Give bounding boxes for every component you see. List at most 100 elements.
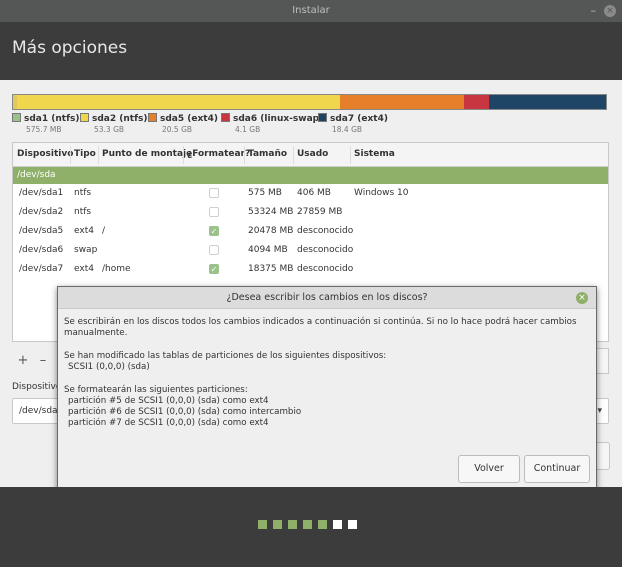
window-titlebar: Instalar – × xyxy=(0,0,622,22)
page-title: Más opciones xyxy=(12,38,128,58)
continue-button[interactable]: Continuar xyxy=(524,455,590,483)
dialog-modified-heading: Se han modificado las tablas de particio… xyxy=(64,351,387,361)
cell-used: 27859 MB xyxy=(297,207,343,217)
dialog-format-item: partición #6 de SCSI1 (0,0,0) (sda) como… xyxy=(68,407,302,417)
format-checkbox[interactable] xyxy=(209,188,219,198)
cell-type: ext4 xyxy=(74,226,94,236)
col-header-format[interactable]: ¿Formatear? xyxy=(187,149,250,159)
dialog-format-item: partición #7 de SCSI1 (0,0,0) (sda) como… xyxy=(68,418,269,428)
window-close-button[interactable]: × xyxy=(604,5,616,17)
progress-dot xyxy=(288,520,297,529)
cell-type: ntfs xyxy=(74,207,92,217)
dialog-close-icon[interactable]: × xyxy=(576,292,588,304)
legend-swatch xyxy=(318,113,327,122)
table-row[interactable]: /dev/sda1 ntfs 575 MB 406 MB Windows 10 xyxy=(13,184,608,203)
legend-label: sda6 (linux-swap) xyxy=(233,114,324,124)
partition-bar-segment-sda6 xyxy=(463,95,489,109)
legend-label: sda5 (ext4) xyxy=(160,114,218,124)
window-title: Instalar xyxy=(292,5,330,16)
partition-legend: sda1 (ntfs) 575.7 MB sda2 (ntfs) 53.3 GB sda… xyxy=(12,113,612,135)
col-header-size[interactable]: Tamaño xyxy=(248,149,287,159)
table-row[interactable]: /dev/sda5 ext4 / 20478 MB desconocido ✓ xyxy=(13,222,608,241)
minimize-button[interactable]: – xyxy=(591,0,597,22)
cell-size: 53324 MB xyxy=(248,207,294,217)
remove-partition-button[interactable]: – xyxy=(34,350,52,372)
table-row[interactable]: /dev/sda6 swap 4094 MB desconocido xyxy=(13,241,608,260)
legend-item: sda1 (ntfs) 575.7 MB xyxy=(12,113,79,134)
table-row[interactable]: /dev/sda7 ext4/home 18375 MB desconocido ✓ xyxy=(13,260,608,279)
dialog-modified-device: SCSI1 (0,0,0) (sda) xyxy=(68,362,150,372)
format-checkbox[interactable] xyxy=(209,207,219,217)
legend-item: sda5 (ext4) 20.5 GB xyxy=(148,113,218,134)
boot-device-label: Dispositivo xyxy=(12,382,62,392)
col-separator xyxy=(98,146,99,164)
confirm-write-dialog: ¿Desea escribir los cambios en los disco… xyxy=(57,286,597,492)
cell-mount: / xyxy=(102,226,106,236)
boot-device-value: /dev/sda xyxy=(19,406,58,416)
cell-used: desconocido xyxy=(297,264,354,274)
table-row[interactable]: /dev/sda2 ntfs 53324 MB 27859 MB xyxy=(13,203,608,222)
legend-item: sda6 (linux-swap) 4.1 GB xyxy=(221,113,323,134)
col-separator xyxy=(70,146,71,164)
format-checkbox[interactable] xyxy=(209,245,219,255)
partition-rows: /dev/sda1 ntfs 575 MB 406 MB Windows 10/dev/… xyxy=(13,184,608,279)
progress-dot xyxy=(318,520,327,529)
dialog-title: ¿Desea escribir los cambios en los disco… xyxy=(226,292,428,303)
legend-label: sda1 (ntfs) xyxy=(24,114,80,124)
col-header-type[interactable]: Tipo xyxy=(74,149,96,159)
format-checkbox[interactable]: ✓ xyxy=(209,264,219,274)
cell-type: ext4 xyxy=(74,264,94,274)
dialog-format-item: partición #5 de SCSI1 (0,0,0) (sda) como… xyxy=(68,396,269,406)
cell-size: 20478 MB xyxy=(248,226,294,236)
col-separator xyxy=(350,146,351,164)
cell-mount: /home xyxy=(102,264,131,274)
cell-system: Windows 10 xyxy=(354,188,409,198)
cell-size: 4094 MB xyxy=(248,245,288,255)
legend-size: 575.7 MB xyxy=(26,125,62,134)
col-header-mount[interactable]: Punto de montaje xyxy=(102,149,192,159)
cell-type: ntfs xyxy=(74,188,92,198)
cell-type: swap xyxy=(74,245,98,255)
cell-device: /dev/sda2 xyxy=(19,207,64,217)
legend-swatch xyxy=(221,113,230,122)
cell-used: desconocido xyxy=(297,245,354,255)
add-partition-button[interactable]: + xyxy=(14,350,32,372)
installer-footer xyxy=(0,487,622,567)
progress-dot xyxy=(303,520,312,529)
legend-item: sda7 (ext4) 18.4 GB xyxy=(318,113,388,134)
cell-device: /dev/sda7 xyxy=(19,264,64,274)
page-header: Más opciones xyxy=(0,22,622,80)
device-group-row[interactable]: /dev/sda xyxy=(13,167,608,184)
legend-size: 53.3 GB xyxy=(94,125,125,134)
col-header-device[interactable]: Dispositivo xyxy=(17,149,73,159)
format-checkbox[interactable]: ✓ xyxy=(209,226,219,236)
col-header-system[interactable]: Sistema xyxy=(354,149,395,159)
progress-dot xyxy=(348,520,357,529)
dialog-titlebar: ¿Desea escribir los cambios en los disco… xyxy=(58,287,596,309)
col-separator xyxy=(244,146,245,164)
legend-size: 18.4 GB xyxy=(332,125,363,134)
chevron-down-icon: ▾ xyxy=(597,406,602,416)
back-button[interactable]: Volver xyxy=(458,455,520,483)
cell-device: /dev/sda1 xyxy=(19,188,64,198)
cell-used: 406 MB xyxy=(297,188,331,198)
legend-size: 4.1 GB xyxy=(235,125,261,134)
legend-label: sda7 (ext4) xyxy=(330,114,388,124)
legend-size: 20.5 GB xyxy=(162,125,193,134)
legend-item: sda2 (ntfs) 53.3 GB xyxy=(80,113,147,134)
progress-dot xyxy=(258,520,267,529)
legend-swatch xyxy=(12,113,21,122)
col-header-used[interactable]: Usado xyxy=(297,149,328,159)
cell-size: 575 MB xyxy=(248,188,282,198)
dialog-format-heading: Se formatearán las siguientes particione… xyxy=(64,385,248,395)
cell-used: desconocido xyxy=(297,226,354,236)
dialog-intro: Se escribirán en los discos todos los ca… xyxy=(64,317,577,338)
cell-size: 18375 MB xyxy=(248,264,294,274)
progress-dot xyxy=(273,520,282,529)
partition-usage-bar xyxy=(12,94,607,110)
col-separator xyxy=(293,146,294,164)
legend-swatch xyxy=(80,113,89,122)
partition-bar-segment-sda5 xyxy=(339,95,464,109)
partition-bar-segment-sda7 xyxy=(488,95,606,109)
dialog-body: Se escribirán en los discos todos los ca… xyxy=(64,317,594,429)
